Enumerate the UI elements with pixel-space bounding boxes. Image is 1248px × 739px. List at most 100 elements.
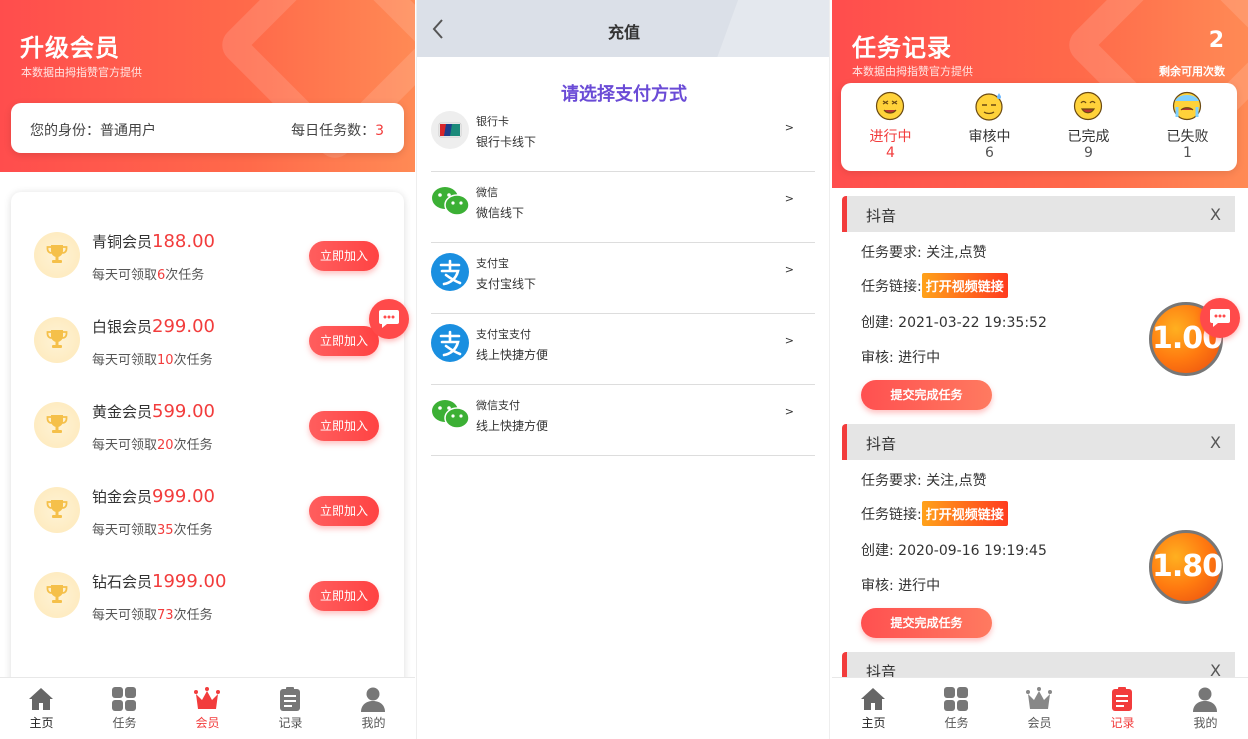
payment-method-row[interactable]: 支付宝支付 线上快捷方便 >: [431, 314, 815, 385]
tab-record[interactable]: 记录: [1081, 678, 1164, 738]
vip-level-name: 青铜会员188.00: [92, 231, 215, 252]
tab-task[interactable]: 任务: [915, 678, 998, 738]
payment-method-sub: 支付宝线下: [476, 277, 537, 291]
join-button[interactable]: 立即加入: [309, 241, 379, 271]
tab-record[interactable]: 记录: [249, 678, 332, 738]
vip-level-desc: 每天可领取6次任务: [92, 264, 204, 283]
tab-record-label: 记录: [1110, 716, 1135, 730]
chat-button[interactable]: [369, 299, 409, 339]
status-count: 9: [1084, 145, 1093, 161]
grid-icon: [112, 687, 136, 711]
page-title: 充值: [607, 23, 640, 42]
vip-level-list: 青铜会员188.00 每天可领取6次任务 立即加入 白银会员299.00 每天可…: [11, 192, 404, 692]
vip-level-row: 铂金会员999.00 每天可领取35次任务 立即加入: [11, 472, 404, 542]
vip-level-title: 青铜会员: [92, 233, 153, 251]
chevron-right-icon: >: [784, 334, 794, 347]
vip-level-desc: 每天可领取35次任务: [92, 519, 213, 538]
vip-level-price: 188.00: [152, 231, 215, 252]
status-count: 4: [886, 145, 895, 161]
task-link-line: 任务链接: 打开视频链接: [861, 273, 1008, 298]
vip-level-title: 黄金会员: [92, 403, 153, 421]
trophy-icon: [34, 487, 80, 533]
desc-suffix: 次任务: [165, 268, 205, 283]
tab-record-label: 记录: [278, 716, 303, 730]
crying-face-icon: [1172, 91, 1202, 121]
status-label: 已完成: [1067, 129, 1110, 145]
join-button[interactable]: 立即加入: [309, 411, 379, 441]
tab-home[interactable]: 主页: [0, 678, 83, 738]
tab-vip[interactable]: 会员: [166, 678, 249, 738]
vip-level-name: 白银会员299.00: [92, 316, 215, 337]
task-card: 抖音 X 任务要求: 关注,点赞 任务链接: 打开视频链接 创建: 2020-09…: [842, 424, 1235, 652]
join-button[interactable]: 立即加入: [309, 496, 379, 526]
open-video-link-button[interactable]: 打开视频链接: [921, 273, 1008, 298]
payment-method-sub: 银行卡线下: [476, 135, 537, 149]
status-reviewing[interactable]: 审核中 6: [940, 83, 1039, 171]
payment-method-name: 支付宝支付: [476, 328, 531, 341]
payment-method-row[interactable]: 微信支付 线上快捷方便 >: [431, 385, 815, 456]
tab-vip[interactable]: 会员: [998, 678, 1081, 738]
daily-task-count: 每日任务数：3: [291, 120, 384, 140]
clipboard-icon: [1112, 687, 1132, 711]
task-record-screen: 任务记录 本数据由拇指赞官方提供 2 剩余可用次数 进行中 4 审核中 6 已完…: [832, 0, 1248, 739]
status-count: 6: [985, 145, 994, 161]
payment-method-row[interactable]: 支付宝 支付宝线下 >: [431, 243, 815, 314]
submit-task-button[interactable]: 提交完成任务: [861, 608, 992, 638]
submit-task-button[interactable]: 提交完成任务: [861, 380, 992, 410]
page-title: 任务记录: [852, 34, 952, 62]
chevron-right-icon: >: [784, 263, 794, 276]
status-completed[interactable]: 已完成 9: [1039, 83, 1138, 171]
chevron-right-icon: >: [784, 405, 794, 418]
chevron-right-icon: >: [784, 121, 794, 134]
identity-card: 您的身份：普通用户 每日任务数：3: [11, 103, 404, 153]
desc-prefix: 每天可领取: [92, 438, 158, 453]
vip-level-desc: 每天可领取10次任务: [92, 349, 213, 368]
trophy-icon: [34, 572, 80, 618]
status-in-progress[interactable]: 进行中 4: [841, 83, 940, 171]
trophy-icon: [34, 317, 80, 363]
tab-mine[interactable]: 我的: [332, 678, 415, 738]
close-icon[interactable]: X: [1210, 433, 1221, 452]
task-link-line: 任务链接: 打开视频链接: [861, 501, 1008, 526]
tab-task[interactable]: 任务: [83, 678, 166, 738]
status-failed[interactable]: 已失败 1: [1138, 83, 1237, 171]
vip-level-title: 铂金会员: [92, 488, 153, 506]
vip-level-price: 999.00: [152, 486, 215, 507]
vip-level-row: 黄金会员599.00 每天可领取20次任务 立即加入: [11, 387, 404, 457]
status-count: 1: [1183, 145, 1192, 161]
recharge-screen: 充值 请选择支付方式 银行卡 银行卡线下 > 微信 微信线下 > 支付宝 支付宝…: [416, 0, 830, 739]
open-video-link-button[interactable]: 打开视频链接: [921, 501, 1008, 526]
payment-method-sub: 线上快捷方便: [476, 419, 549, 433]
tab-vip-label: 会员: [195, 716, 220, 730]
join-button[interactable]: 立即加入: [309, 581, 379, 611]
payment-method-row[interactable]: 微信 微信线下 >: [431, 172, 815, 243]
vip-level-row: 白银会员299.00 每天可领取10次任务 立即加入: [11, 302, 404, 372]
close-icon[interactable]: X: [1210, 205, 1221, 224]
chat-button[interactable]: [1200, 298, 1240, 338]
tab-mine[interactable]: 我的: [1164, 678, 1247, 738]
desc-prefix: 每天可领取: [92, 608, 158, 623]
alipay-icon: [431, 253, 469, 291]
user-icon: [1193, 687, 1217, 712]
vip-level-desc: 每天可领取73次任务: [92, 604, 213, 623]
vip-level-title: 钻石会员: [92, 573, 153, 591]
task-requirement: 任务要求: 关注,点赞: [861, 245, 987, 261]
task-card: 抖音 X 任务要求: 关注,点赞 任务链接: 打开视频链接 创建: 2021-03…: [842, 196, 1235, 424]
trophy-icon: [34, 402, 80, 448]
task-card-header: 抖音 X: [842, 196, 1235, 232]
vip-level-row: 钻石会员1999.00 每天可领取73次任务 立即加入: [11, 557, 404, 627]
payment-method-name: 银行卡: [476, 115, 509, 128]
desc-count: 20: [157, 438, 174, 453]
status-label: 进行中: [869, 129, 912, 145]
join-button[interactable]: 立即加入: [309, 326, 379, 356]
remaining-label: 剩余可用次数: [1159, 65, 1225, 78]
payment-method-row[interactable]: 银行卡 银行卡线下 >: [431, 101, 815, 172]
tab-task-label: 任务: [944, 716, 969, 730]
task-link-label: 任务链接:: [861, 279, 922, 295]
desc-suffix: 次任务: [173, 608, 213, 623]
tab-home[interactable]: 主页: [832, 678, 915, 738]
tab-home-label: 主页: [861, 716, 886, 730]
status-label: 已失败: [1166, 129, 1209, 145]
vip-level-name: 铂金会员999.00: [92, 486, 215, 507]
home-icon: [29, 688, 53, 710]
